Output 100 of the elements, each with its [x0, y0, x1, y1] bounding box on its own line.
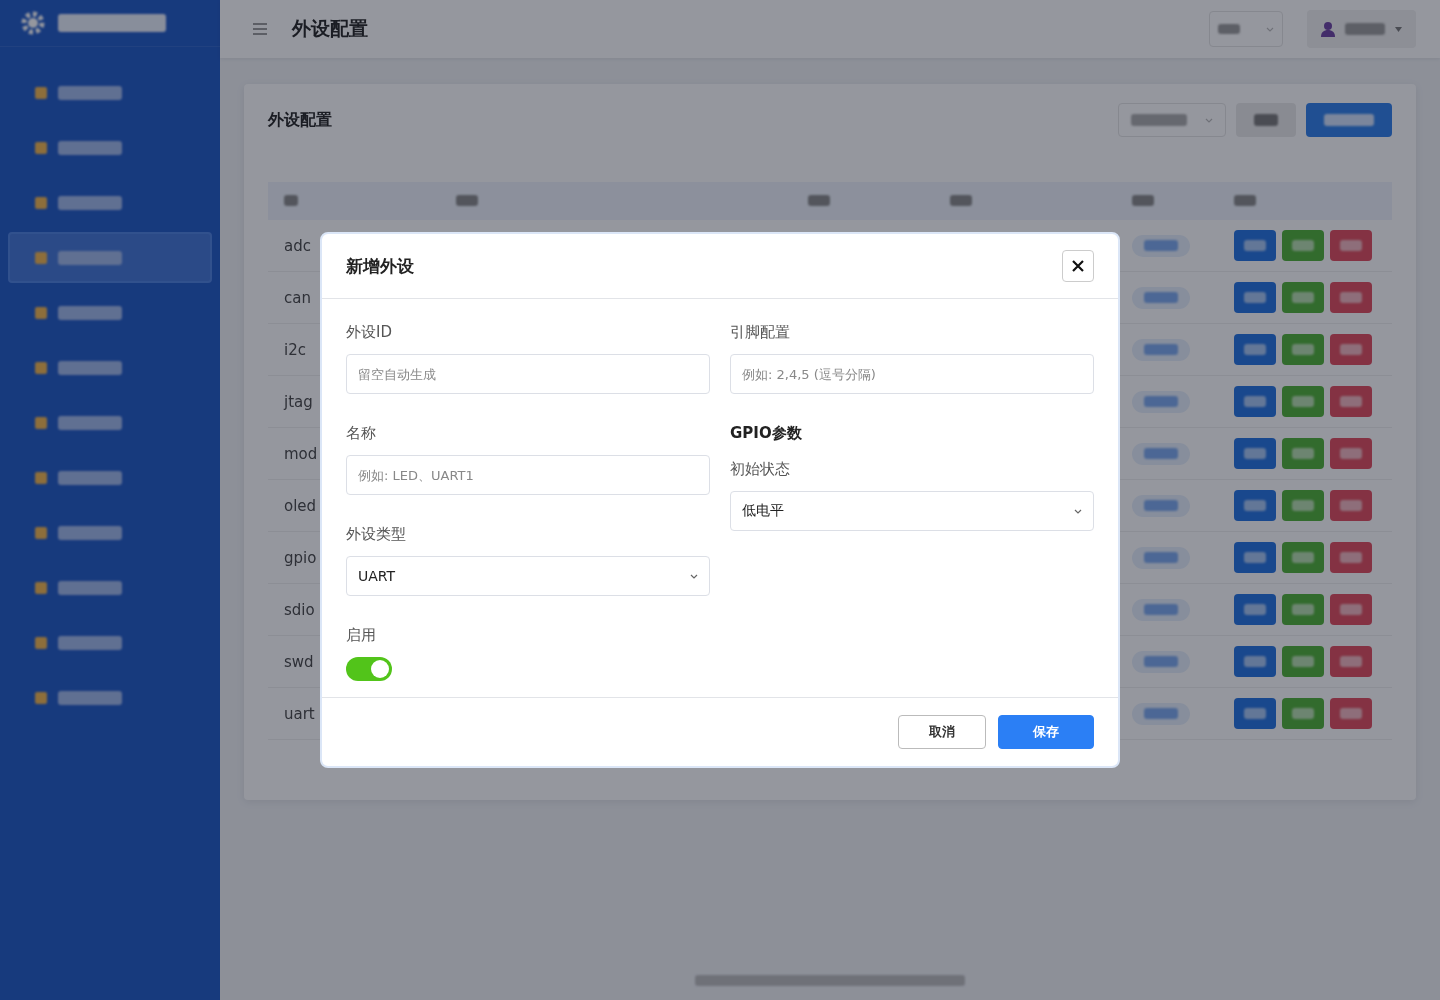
action-button[interactable]: [1282, 282, 1324, 313]
toggle-switch[interactable]: [346, 657, 392, 681]
blurred-label: [1218, 24, 1240, 34]
section-heading: GPIO参数: [730, 423, 803, 444]
caret-icon: [1266, 26, 1274, 32]
action-button[interactable]: [1234, 490, 1276, 521]
input-field[interactable]: 例如: LED、UART1: [346, 455, 710, 495]
blurred-label: [1144, 552, 1178, 563]
menu-icon: [34, 470, 48, 485]
blurred-column-header: [456, 195, 478, 206]
page-title: 外设配置: [292, 16, 369, 41]
menu-icon[interactable]: [252, 22, 268, 36]
blurred-label: [58, 195, 122, 210]
caret-icon: [1074, 508, 1082, 514]
panel-title: 外设配置: [268, 109, 333, 131]
blurred-label: [1144, 604, 1178, 615]
action-button[interactable]: [1234, 542, 1276, 573]
toolbar-button[interactable]: [1306, 103, 1392, 137]
caret-icon: [1205, 117, 1213, 123]
action-button[interactable]: [1282, 438, 1324, 469]
blurred-label: [1144, 240, 1178, 251]
blurred-label: [1345, 23, 1385, 35]
action-button[interactable]: [1330, 334, 1372, 365]
blurred-label: [1254, 114, 1278, 126]
field-label: 外设ID: [346, 322, 393, 343]
caret-icon: [690, 573, 698, 579]
close-icon: [1072, 260, 1084, 272]
blurred-column-header: [1132, 195, 1154, 206]
menu-icon: [34, 305, 48, 320]
field-label: 初始状态: [730, 459, 791, 480]
action-button[interactable]: [1282, 386, 1324, 417]
action-button[interactable]: [1282, 490, 1324, 521]
menu-icon: [34, 250, 48, 265]
action-button[interactable]: [1234, 386, 1276, 417]
blurred-label: [58, 525, 122, 540]
action-button[interactable]: [1330, 698, 1372, 729]
blurred-label: [58, 470, 122, 485]
action-button[interactable]: [1234, 230, 1276, 261]
action-button[interactable]: [1330, 646, 1372, 677]
user-menu[interactable]: [1307, 10, 1416, 48]
action-button[interactable]: [1234, 594, 1276, 625]
blurred-label: [58, 85, 122, 100]
toolbar-button[interactable]: [1236, 103, 1296, 137]
dialog-button[interactable]: 保存: [998, 715, 1094, 749]
action-button[interactable]: [1330, 594, 1372, 625]
blurred-label: [1144, 344, 1178, 355]
action-button[interactable]: [1330, 386, 1372, 417]
blurred-label: [1144, 448, 1178, 459]
input-field[interactable]: 留空自动生成: [346, 354, 710, 394]
close-button[interactable]: [1062, 250, 1094, 282]
language-select[interactable]: [1209, 11, 1283, 47]
action-button[interactable]: [1330, 542, 1372, 573]
blurred-column-header: [950, 195, 972, 206]
action-button[interactable]: [1234, 698, 1276, 729]
blurred-label: [58, 690, 122, 705]
action-button[interactable]: [1234, 282, 1276, 313]
blurred-label: [58, 360, 122, 375]
gear-icon: [20, 10, 46, 36]
menu-icon: [34, 140, 48, 155]
menu-icon: [34, 360, 48, 375]
action-button[interactable]: [1234, 334, 1276, 365]
blurred-column-header: [284, 195, 298, 206]
menu-icon: [34, 525, 48, 540]
field-label: 引脚配置: [730, 322, 791, 343]
blurred-column-header: [1234, 195, 1256, 206]
blurred-label: [58, 140, 122, 155]
action-button[interactable]: [1282, 542, 1324, 573]
action-button[interactable]: [1282, 698, 1324, 729]
select-field[interactable]: 低电平: [730, 491, 1094, 531]
blurred-label: [1144, 708, 1178, 719]
blurred-label: [1144, 292, 1178, 303]
action-button[interactable]: [1282, 334, 1324, 365]
dialog-button[interactable]: 取消: [898, 715, 986, 749]
menu-icon: [34, 580, 48, 595]
blurred-column-header: [808, 195, 830, 206]
action-button[interactable]: [1330, 282, 1372, 313]
action-button[interactable]: [1282, 646, 1324, 677]
user-icon: [1321, 21, 1335, 37]
action-button[interactable]: [1282, 594, 1324, 625]
input-field[interactable]: 例如: 2,4,5 (逗号分隔): [730, 354, 1094, 394]
menu-icon: [34, 85, 48, 100]
blurred-label: [1144, 500, 1178, 511]
menu-icon: [34, 690, 48, 705]
action-button[interactable]: [1330, 230, 1372, 261]
select-field[interactable]: UART: [346, 556, 710, 596]
sidebar-item[interactable]: [8, 232, 212, 283]
action-button[interactable]: [1330, 438, 1372, 469]
blurred-label: [58, 305, 122, 320]
action-button[interactable]: [1234, 646, 1276, 677]
filter-select[interactable]: [1118, 103, 1226, 137]
blurred-label: [1324, 114, 1374, 126]
blurred-label: [1144, 656, 1178, 667]
caret-icon: [1395, 26, 1402, 32]
menu-icon: [34, 415, 48, 430]
action-button[interactable]: [1282, 230, 1324, 261]
blurred-label: [58, 580, 122, 595]
blurred-label: [58, 415, 122, 430]
action-button[interactable]: [1330, 490, 1372, 521]
action-button[interactable]: [1234, 438, 1276, 469]
blurred-label: [58, 250, 122, 265]
